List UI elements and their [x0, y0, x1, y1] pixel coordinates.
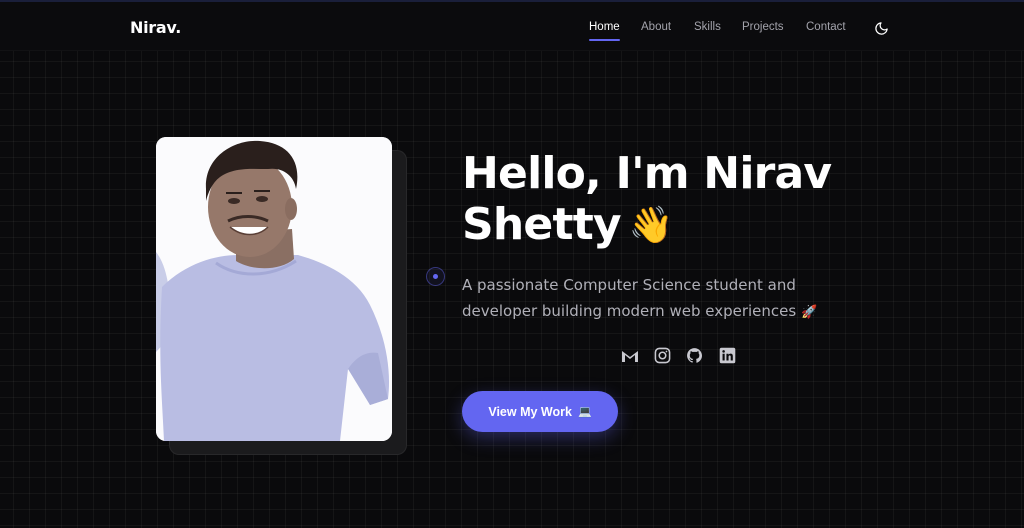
hero-subtitle-line1: A passionate Computer Science student an… [462, 276, 796, 294]
github-link[interactable] [685, 346, 704, 365]
view-my-work-button[interactable]: View My Work 💻 [462, 391, 618, 432]
cta-label: View My Work [488, 404, 572, 419]
instagram-icon [654, 347, 671, 364]
nav-link-home[interactable]: Home [589, 21, 620, 33]
nav-link-skills[interactable]: Skills [694, 21, 721, 33]
hero-subtitle-line2: developer building modern web experience… [462, 302, 797, 320]
linkedin-icon [719, 347, 736, 364]
timeline-dot [426, 267, 445, 286]
navbar: Nirav. Home About Skills Projects Contac… [0, 0, 1024, 51]
hero-title-line2: Shetty [462, 199, 622, 250]
nav-link-projects[interactable]: Projects [742, 21, 784, 33]
linkedin-link[interactable] [718, 346, 737, 365]
moon-icon [874, 21, 888, 35]
instagram-link[interactable] [653, 346, 672, 365]
github-icon [687, 348, 703, 363]
gmail-link[interactable] [620, 346, 639, 365]
waving-hand-icon: 👋 [628, 205, 674, 246]
active-link-underline [589, 39, 620, 41]
rocket-icon: 🚀 [800, 305, 818, 320]
hero-title-line1: Hello, I'm Nirav [462, 148, 832, 199]
hero-title: Hello, I'm Nirav Shetty 👋 [462, 148, 882, 251]
laptop-icon: 💻 [577, 406, 592, 418]
profile-photo [156, 137, 392, 441]
nav-link-about[interactable]: About [641, 21, 671, 33]
theme-toggle-button[interactable] [872, 19, 890, 37]
nav-links: Home About Skills Projects Contact [0, 21, 1024, 41]
nav-link-contact[interactable]: Contact [806, 21, 846, 33]
gmail-icon [621, 350, 638, 362]
hero-subtitle: A passionate Computer Science student an… [462, 272, 842, 326]
